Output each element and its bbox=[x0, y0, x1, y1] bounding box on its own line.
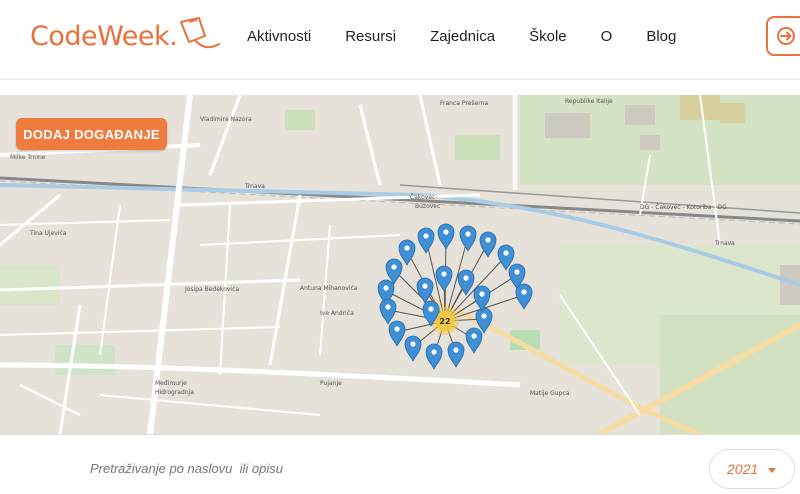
map-label-street: Matije Gupca bbox=[530, 390, 570, 397]
site-header: CodeWeek. Aktivnosti Resursi Zajednica Š… bbox=[0, 0, 800, 80]
main-nav: Aktivnosti Resursi Zajednica Škole O Blo… bbox=[247, 28, 710, 45]
login-arrow-icon bbox=[777, 27, 795, 45]
nav-item-blog[interactable]: Blog bbox=[646, 28, 676, 45]
map-marker-dot bbox=[410, 341, 416, 347]
map-marker-dot bbox=[441, 271, 447, 277]
codeweek-logo[interactable]: CodeWeek. bbox=[30, 17, 227, 54]
map-marker-dot bbox=[431, 349, 437, 355]
nav-item-resursi[interactable]: Resursi bbox=[345, 28, 396, 45]
map-marker-dot bbox=[514, 269, 520, 275]
map-label-street: Republike Italije bbox=[565, 98, 613, 105]
map-label-street: Milke Trnine bbox=[10, 154, 46, 161]
nav-item-skole[interactable]: Škole bbox=[529, 28, 567, 45]
nav-item-aktivnosti[interactable]: Aktivnosti bbox=[247, 28, 311, 45]
map-marker-dot bbox=[385, 304, 391, 310]
map-label-rail: DG - Čakovec - Kotoriba - DG bbox=[640, 204, 727, 211]
cluster-count: 22 bbox=[439, 317, 450, 326]
nav-item-zajednica[interactable]: Zajednica bbox=[430, 28, 495, 45]
map-marker-dot bbox=[443, 229, 449, 235]
map-label-river: Trnava bbox=[244, 183, 265, 190]
map-marker-dot bbox=[503, 250, 509, 256]
add-event-button[interactable]: DODAJ DOGAĐANJE bbox=[16, 118, 167, 150]
map-label-poi: Hidrogradnja bbox=[155, 389, 194, 396]
map-label-poi: Međimurje bbox=[155, 380, 187, 387]
logo-text: CodeWeek. bbox=[30, 20, 178, 52]
map-marker-dot bbox=[422, 283, 428, 289]
map-label-river: Trnava bbox=[714, 240, 735, 247]
map-marker-dot bbox=[428, 306, 434, 312]
login-button[interactable] bbox=[766, 16, 800, 56]
map-label-street: Pujanje bbox=[320, 380, 342, 387]
mouse-icon bbox=[180, 17, 221, 49]
map-marker-dot bbox=[463, 275, 469, 281]
map-label-place: Buzovec bbox=[415, 203, 440, 210]
map-label-street: Vladimira Nazora bbox=[200, 116, 252, 123]
map-marker-dot bbox=[394, 326, 400, 332]
nav-item-o[interactable]: O bbox=[601, 28, 613, 45]
map-label-place: Čakovec- bbox=[410, 194, 438, 201]
map-marker-dot bbox=[453, 347, 459, 353]
year-select[interactable]: 2021 bbox=[709, 449, 795, 489]
map-marker-dot bbox=[423, 233, 429, 239]
chevron-down-icon bbox=[768, 468, 776, 473]
map-label-street: Tina Ujevića bbox=[29, 230, 67, 237]
search-input[interactable] bbox=[90, 461, 490, 476]
map-marker-dot bbox=[465, 231, 471, 237]
map-marker-dot bbox=[391, 264, 397, 270]
map-label-street: Franca Prešerna bbox=[440, 100, 488, 107]
events-map[interactable]: Republike Italije Franca Prešerna Čakove… bbox=[0, 95, 800, 434]
map-marker-dot bbox=[479, 291, 485, 297]
map-marker-dot bbox=[383, 285, 389, 291]
map-marker-dot bbox=[521, 289, 527, 295]
map-marker-dot bbox=[485, 237, 491, 243]
map-label-street: Antuna Mihanovića bbox=[300, 285, 358, 292]
map-marker-dot bbox=[481, 313, 487, 319]
map-marker-dot bbox=[404, 245, 410, 251]
year-value: 2021 bbox=[727, 461, 759, 477]
map-label-street: Josipa Bedekovića bbox=[184, 286, 239, 293]
map-marker-dot bbox=[471, 333, 477, 339]
search-bar: 2021 bbox=[0, 434, 800, 494]
map-label-street: Ive Andrića bbox=[320, 310, 354, 317]
